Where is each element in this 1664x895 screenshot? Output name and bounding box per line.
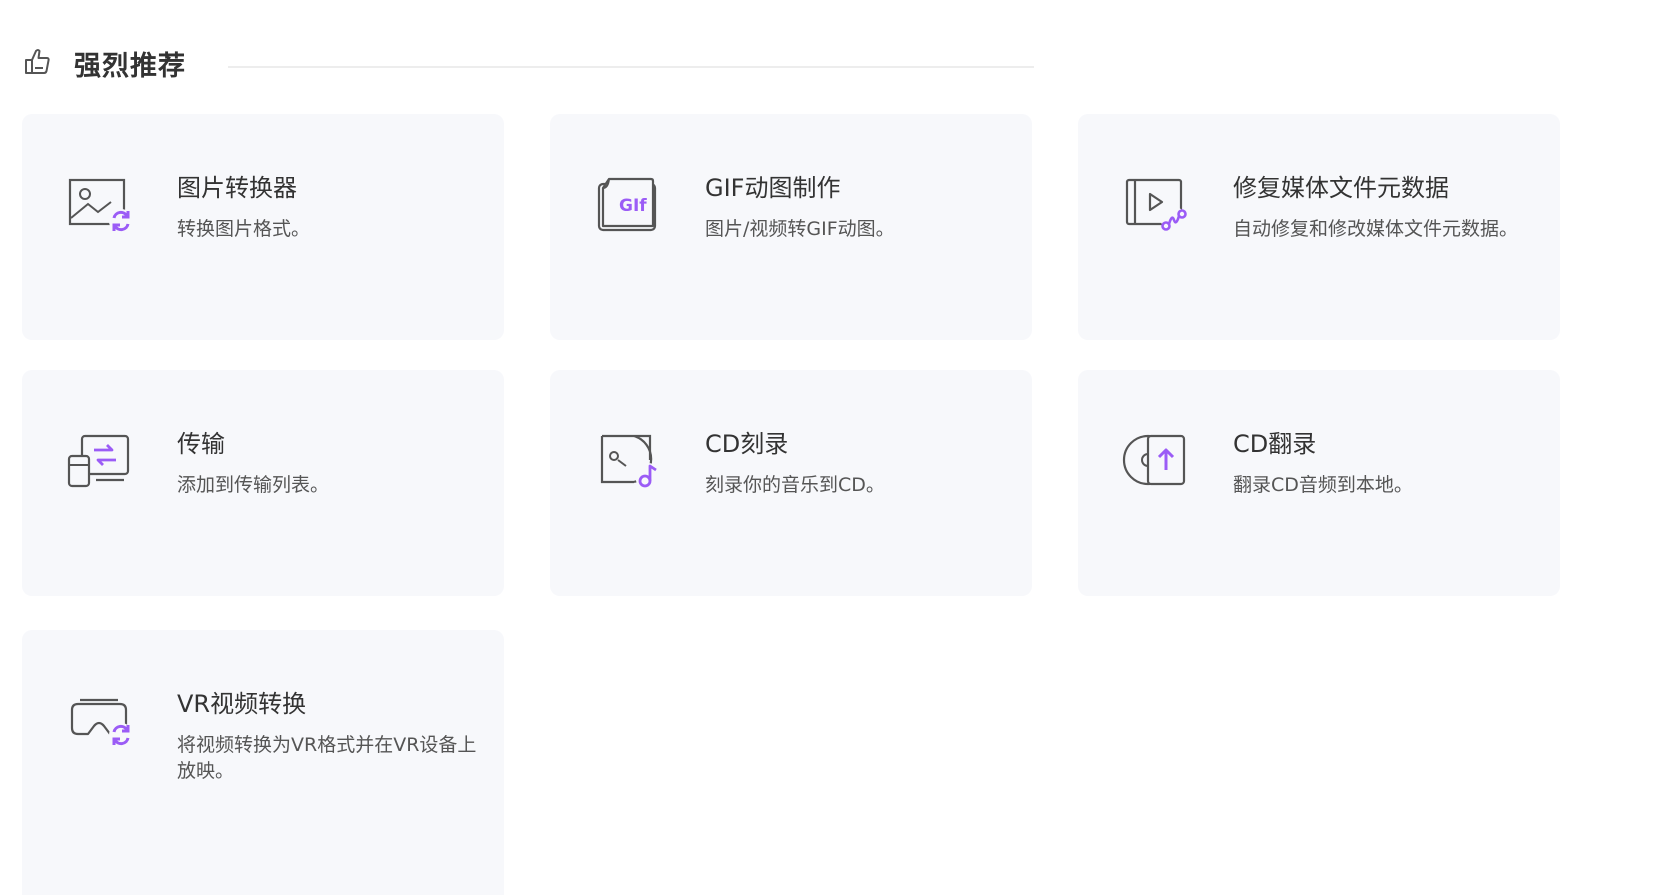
tool-description: 自动修复和修改媒体文件元数据。: [1233, 218, 1519, 240]
tool-description: 图片/视频转GIF动图。: [705, 218, 895, 240]
transfer-icon: [67, 434, 130, 488]
tool-description: 添加到传输列表。: [177, 474, 330, 496]
image-convert-icon: [68, 178, 133, 233]
tool-card-transfer[interactable]: 传输 添加到传输列表。: [22, 370, 504, 596]
tool-name: GIF动图制作: [705, 174, 841, 202]
tool-card-metadata-fix[interactable]: 修复媒体文件元数据 自动修复和修改媒体文件元数据。: [1078, 114, 1560, 340]
tool-name: 修复媒体文件元数据: [1233, 174, 1449, 202]
tool-card-gif-maker[interactable]: GIf GIF动图制作 图片/视频转GIF动图。: [550, 114, 1032, 340]
cd-burn-icon: [600, 434, 661, 489]
tool-description: 刻录你的音乐到CD。: [705, 474, 885, 496]
tool-card-cd-burn[interactable]: CD刻录 刻录你的音乐到CD。: [550, 370, 1032, 596]
tool-description: 转换图片格式。: [177, 218, 311, 240]
gif-icon-text: GIf: [619, 196, 647, 216]
section-header: 强烈推荐: [22, 38, 1034, 86]
section-divider: [228, 66, 1034, 68]
tool-name: CD翻录: [1233, 430, 1317, 458]
tool-name: CD刻录: [705, 430, 789, 458]
tool-description: 翻录CD音频到本地。: [1233, 474, 1413, 496]
gif-maker-icon: GIf: [597, 177, 657, 232]
section-title: 强烈推荐: [74, 51, 186, 82]
tool-description: 将视频转换为VR格式并在VR设备上放映。: [177, 734, 477, 782]
metadata-fix-icon: [1125, 178, 1187, 233]
cd-rip-icon: [1122, 434, 1186, 486]
tool-card-image-converter[interactable]: 图片转换器 转换图片格式。: [22, 114, 504, 340]
tool-card-cd-rip[interactable]: CD翻录 翻录CD音频到本地。: [1078, 370, 1560, 596]
thumbs-up-icon: [25, 49, 50, 74]
vr-convert-icon: [70, 698, 133, 747]
tool-name: 传输: [177, 430, 225, 458]
tool-card-vr-convert[interactable]: VR视频转换 将视频转换为VR格式并在VR设备上放映。: [22, 630, 504, 895]
tool-name: VR视频转换: [177, 690, 307, 718]
tool-name: 图片转换器: [177, 174, 297, 202]
